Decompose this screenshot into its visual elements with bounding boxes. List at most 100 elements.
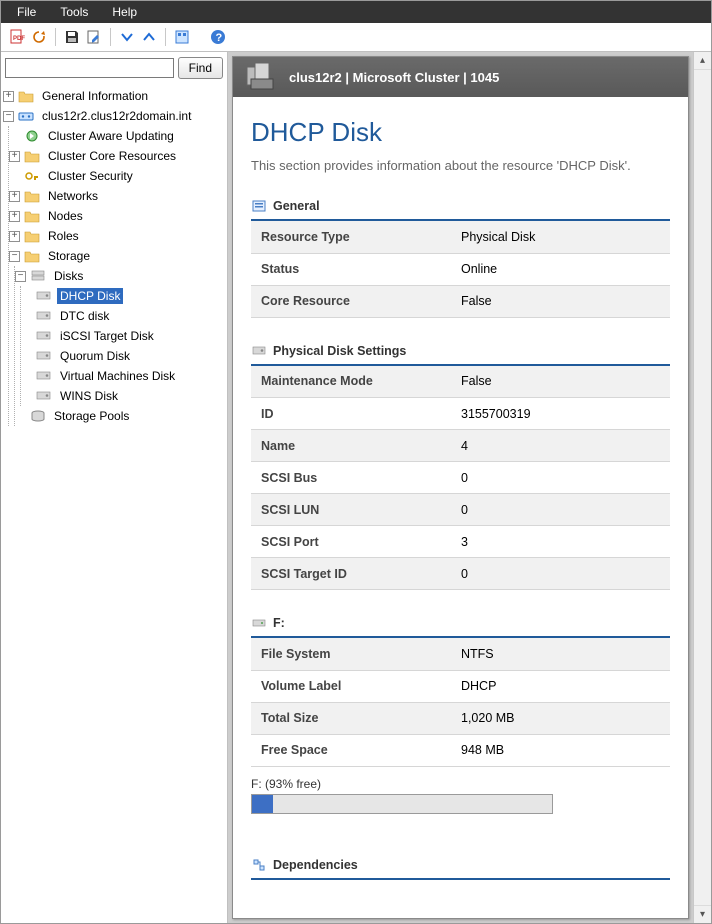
options-button[interactable] [172,27,192,47]
disk-icon [36,388,52,404]
tree-item-storage-pools[interactable]: Storage Pools [15,406,227,426]
collapse-button[interactable] [139,27,159,47]
disk-icon [36,328,52,344]
tree-label: Networks [45,188,101,204]
section-title: Physical Disk Settings [273,344,406,358]
tree-item-networks[interactable]: + Networks [9,186,227,206]
free-space-bar [251,794,553,814]
refresh-button[interactable] [29,27,49,47]
table-row: SCSI Bus0 [251,462,670,494]
folder-icon [24,208,40,224]
dependencies-section-icon [251,857,267,873]
section-general: General Resource TypePhysical Disk Statu… [251,195,670,318]
section-title: F: [273,616,285,630]
menu-help[interactable]: Help [100,3,149,21]
menu-bar: File Tools Help [1,1,711,23]
table-row: Name4 [251,430,670,462]
update-icon [24,128,40,144]
tree-label: Disks [51,268,86,284]
table-row: ID3155700319 [251,398,670,430]
tree-label: Cluster Core Resources [45,148,179,164]
tree-label: DHCP Disk [57,288,123,304]
menu-tools[interactable]: Tools [48,3,100,21]
search-input[interactable] [5,58,174,78]
tree-label: Cluster Aware Updating [45,128,177,144]
tree-label: Virtual Machines Disk [57,368,178,384]
cluster-icon [18,108,34,124]
tree-item-roles[interactable]: + Roles [9,226,227,246]
tree-label: clus12r2.clus12r2domain.int [39,108,194,124]
tree-item-disks[interactable]: − Disks [15,266,227,286]
expand-button[interactable] [117,27,137,47]
folder-icon [18,88,34,104]
document-header: clus12r2 | Microsoft Cluster | 1045 [233,57,688,97]
folder-icon [24,188,40,204]
table-row: Resource TypePhysical Disk [251,221,670,253]
tree-label: Storage Pools [51,408,132,424]
edit-button[interactable] [84,27,104,47]
table-row: SCSI Port3 [251,526,670,558]
disk-icon [36,368,52,384]
disk-icon [36,288,52,304]
tree-item-dtc-disk[interactable]: DTC disk [21,306,227,326]
scroll-down-button[interactable]: ▾ [694,905,711,923]
tree-label: Cluster Security [45,168,136,184]
section-dependencies: Dependencies [251,854,670,880]
disks-icon [30,268,46,284]
tree-label: DTC disk [57,308,112,324]
drive-section-icon [251,615,267,631]
table-row: StatusOnline [251,253,670,285]
page-title: DHCP Disk [251,117,670,148]
table-row: Core ResourceFalse [251,285,670,317]
scroll-track[interactable] [694,70,711,905]
document-view[interactable]: clus12r2 | Microsoft Cluster | 1045 DHCP… [232,56,689,919]
folder-icon [24,228,40,244]
disk-section-icon [251,343,267,359]
section-title: Dependencies [273,858,358,872]
tree-item-dhcp-disk[interactable]: DHCP Disk [21,286,227,306]
navigation-panel: Find + General Information − clus12r2.cl… [1,52,228,923]
export-pdf-button[interactable]: PDF [7,27,27,47]
tree-item-nodes[interactable]: + Nodes [9,206,227,226]
tree-label: Nodes [45,208,86,224]
tree-item-wins-disk[interactable]: WINS Disk [21,386,227,406]
vertical-scrollbar[interactable]: ▴ ▾ [693,52,711,923]
folder-icon [24,248,40,264]
server-icon [245,61,279,94]
content-panel: clus12r2 | Microsoft Cluster | 1045 DHCP… [228,52,711,923]
toolbar: PDF ? [1,23,711,52]
page-subtitle: This section provides information about … [251,158,670,173]
general-table: Resource TypePhysical Disk StatusOnline … [251,221,670,318]
tree-label: Storage [45,248,93,264]
storage-pools-icon [30,408,46,424]
tree-item-cluster-security[interactable]: Cluster Security [9,166,227,186]
tree-item-cluster-root[interactable]: − clus12r2.clus12r2domain.int [3,106,227,126]
tree-label: Roles [45,228,82,244]
svg-text:PDF: PDF [13,36,25,42]
table-row: File SystemNTFS [251,638,670,670]
tree-view[interactable]: + General Information − clus12r2.clus12r… [1,84,227,923]
folder-icon [24,148,40,164]
find-button[interactable]: Find [178,57,223,79]
tree-item-general-information[interactable]: + General Information [3,86,227,106]
table-row: Total Size1,020 MB [251,702,670,734]
disk-icon [36,308,52,324]
tree-item-storage[interactable]: − Storage [9,246,227,266]
tree-item-cluster-core-resources[interactable]: + Cluster Core Resources [9,146,227,166]
menu-file[interactable]: File [5,3,48,21]
help-button[interactable]: ? [208,27,228,47]
scroll-up-button[interactable]: ▴ [694,52,711,70]
svg-text:?: ? [216,32,223,44]
section-title: General [273,199,320,213]
tree-label: General Information [39,88,151,104]
tree-item-quorum-disk[interactable]: Quorum Disk [21,346,227,366]
drive-table: File SystemNTFS Volume LabelDHCP Total S… [251,638,670,767]
table-row: Free Space948 MB [251,734,670,766]
save-button[interactable] [62,27,82,47]
table-row: SCSI Target ID0 [251,558,670,590]
document-header-title: clus12r2 | Microsoft Cluster | 1045 [289,70,499,85]
tree-item-cluster-aware-updating[interactable]: Cluster Aware Updating [9,126,227,146]
table-row: Volume LabelDHCP [251,670,670,702]
tree-item-iscsi-target-disk[interactable]: iSCSI Target Disk [21,326,227,346]
tree-item-virtual-machines-disk[interactable]: Virtual Machines Disk [21,366,227,386]
